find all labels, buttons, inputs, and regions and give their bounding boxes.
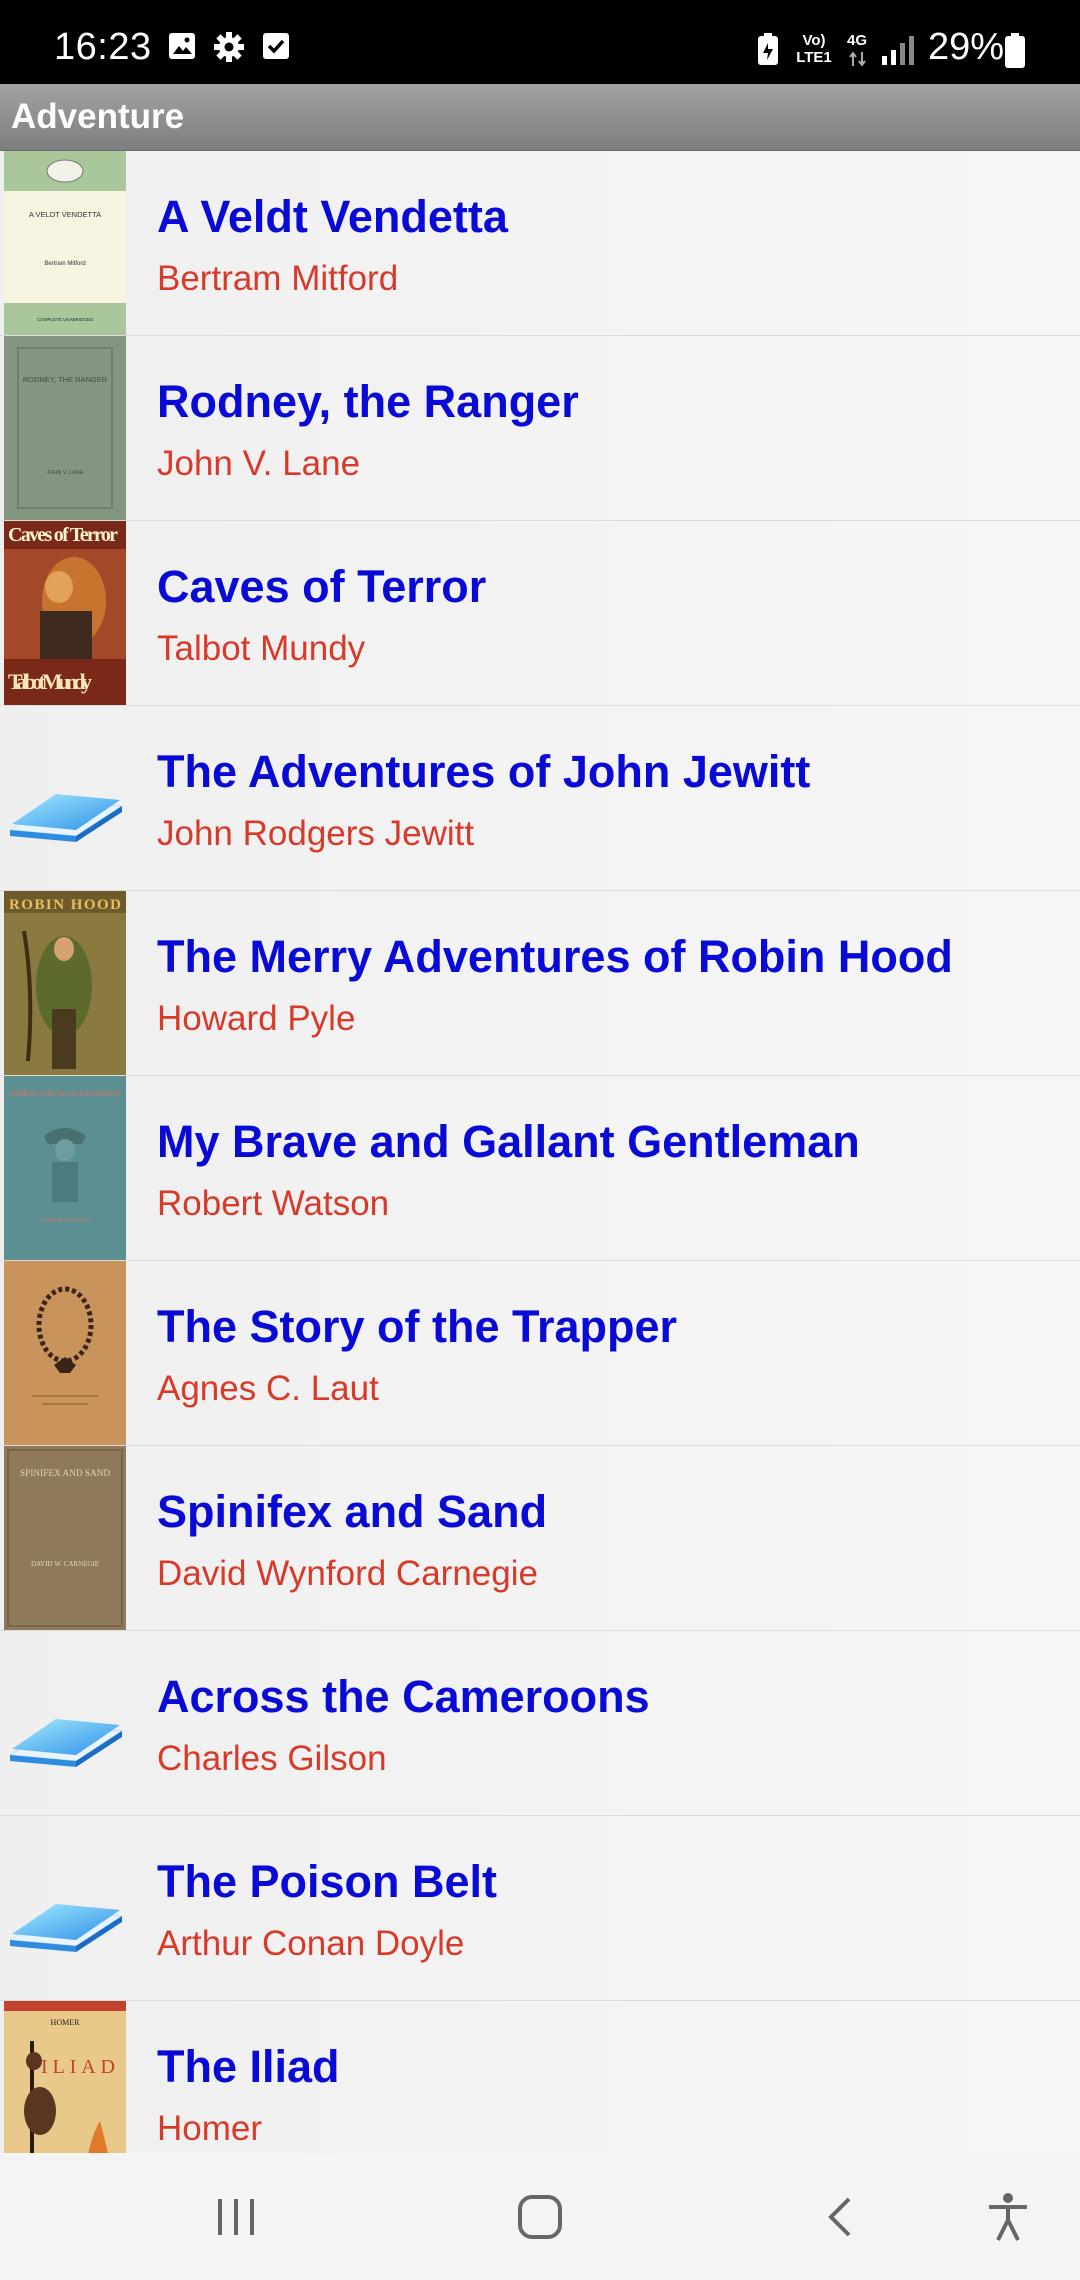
recent-apps-icon [218,2198,254,2235]
book-title: The Story of the Trapper [157,1301,678,1352]
caves-of-terror-cover: Caves of Terror Talbot Mundy [4,521,126,705]
cover-author-text: HOMER [51,2018,81,2027]
navigation-bar [0,2153,1080,2280]
book-author: Bertram Mitford [157,259,399,298]
book-title: Rodney, the Ranger [157,376,579,427]
generic-book-icon [4,1816,126,2000]
book-author: Arthur Conan Doyle [157,1924,465,1963]
home-icon [518,2194,562,2239]
book-author: Homer [157,2109,263,2148]
title-bar: Adventure [0,84,1080,151]
list-item[interactable]: HOMER ILIAD The Iliad Homer [0,2001,1080,2153]
cover-title-text: ROBIN HOOD [9,897,121,913]
cover-author-text: ROBERT WATSON [41,1218,91,1224]
list-item[interactable]: The Story of the Trapper Agnes C. Laut [0,1261,1080,1446]
battery-saver-icon [755,33,781,72]
book-title: The Iliad [157,2041,340,2092]
book-list[interactable]: A VELDT VENDETTA Bertram Mitford COMPLET… [0,151,1080,2153]
cover-footer-text: COMPLETE UNABRIDGED [37,317,94,322]
book-author: Charles Gilson [157,1739,387,1778]
data-arrows-icon [848,51,868,72]
page-title: Adventure [11,97,185,136]
cover-title-text: A VELDT VENDETTA [29,210,101,219]
book-title: The Adventures of John Jewitt [157,746,811,797]
cover-author-text: DAVID W. CARNEGIE [31,1560,99,1568]
list-item[interactable]: ROBIN HOOD The Merry Adventures of Robin… [0,891,1080,1076]
list-item[interactable]: MY BRAVE AND GALLANT GENTLEMAN ROBERT WA… [0,1076,1080,1261]
book-title: Spinifex and Sand [157,1486,548,1537]
cover-author-text: Bertram Mitford [44,261,85,267]
book-title: A Veldt Vendetta [157,191,508,242]
signal-icon [880,34,916,71]
lte-label: LTE1 [796,49,832,66]
cover-author-text: Talbot Mundy [8,669,92,694]
gallant-gentleman-cover: MY BRAVE AND GALLANT GENTLEMAN ROBERT WA… [4,1076,126,1260]
cover-title-text: MY BRAVE AND GALLANT GENTLEMAN [9,1089,121,1098]
book-title: My Brave and Gallant Gentleman [157,1116,860,1167]
book-author: Talbot Mundy [157,629,366,668]
list-item[interactable]: SPINIFEX AND SAND DAVID W. CARNEGIE Spin… [0,1446,1080,1631]
volte-label: Vo) [802,32,826,49]
spinifex-sand-cover: SPINIFEX AND SAND DAVID W. CARNEGIE [4,1446,126,1630]
cover-title-text: Caves of Terror [8,524,118,546]
list-item[interactable]: The Adventures of John Jewitt John Rodge… [0,706,1080,891]
back-button[interactable] [800,2153,880,2280]
checkbox-icon [261,31,291,66]
book-title: Caves of Terror [157,561,487,612]
generic-book-icon [4,1631,126,1815]
book-title: The Poison Belt [157,1856,498,1907]
rodney-ranger-cover: RODNEY, THE RANGER JOHN V. LANE [4,336,126,520]
book-author: David Wynford Carnegie [157,1554,538,1593]
list-item[interactable]: A VELDT VENDETTA Bertram Mitford COMPLET… [0,151,1080,336]
veldt-vendetta-cover: A VELDT VENDETTA Bertram Mitford COMPLET… [4,151,126,335]
accessibility-icon [989,2192,1027,2241]
iliad-cover: HOMER ILIAD [4,2001,126,2153]
generic-book-icon [4,706,126,890]
gallery-icon [167,31,197,66]
gear-icon [213,31,245,68]
network-type-label: 4G [846,32,867,49]
book-author: Robert Watson [157,1184,390,1223]
cover-author-text: JOHN V. LANE [46,470,83,476]
recent-apps-button[interactable] [196,2153,276,2280]
cover-title-text: RODNEY, THE RANGER [23,375,108,384]
list-item[interactable]: Across the Cameroons Charles Gilson [0,1631,1080,1816]
list-item[interactable]: RODNEY, THE RANGER JOHN V. LANE Rodney, … [0,336,1080,521]
list-item[interactable]: The Poison Belt Arthur Conan Doyle [0,1816,1080,2001]
home-button[interactable] [498,2153,582,2280]
book-author: John V. Lane [157,444,361,483]
battery-icon [1004,33,1026,74]
book-title: The Merry Adventures of Robin Hood [157,931,953,982]
status-time: 16:23 [54,26,152,68]
book-author: Howard Pyle [157,999,356,1038]
cover-title-text: SPINIFEX AND SAND [20,1468,111,1478]
accessibility-button[interactable] [968,2153,1048,2280]
battery-percent: 29% [928,26,1005,68]
list-item[interactable]: Caves of Terror Talbot Mundy Caves of Te… [0,521,1080,706]
back-icon [828,2197,851,2236]
story-of-trapper-cover [4,1261,126,1445]
book-author: Agnes C. Laut [157,1369,379,1408]
book-title: Across the Cameroons [157,1671,650,1722]
status-bar: 16:23 Vo) LTE1 4G 29% [0,0,1080,84]
book-author: John Rodgers Jewitt [157,814,475,853]
robin-hood-cover: ROBIN HOOD [4,891,126,1075]
